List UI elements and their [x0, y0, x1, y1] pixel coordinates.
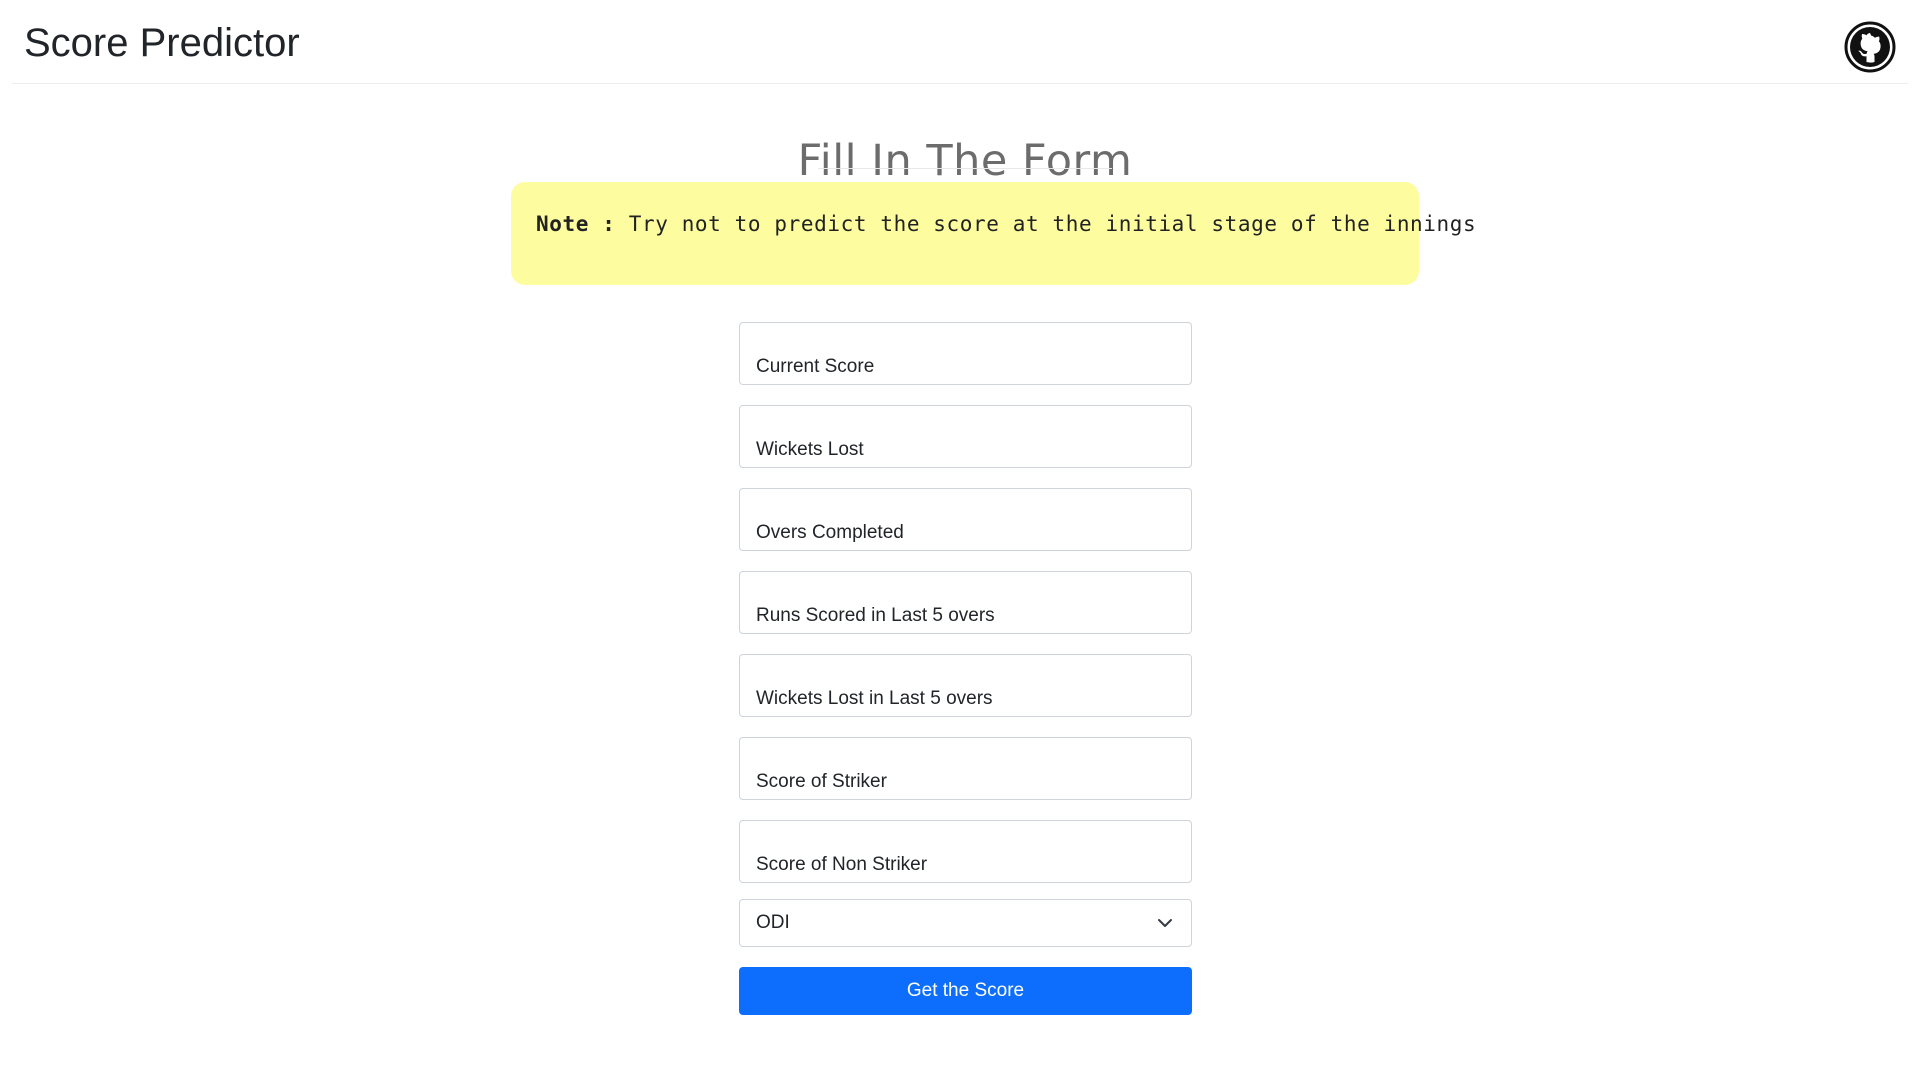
note-text: Note : Try not to predict the score at t… — [536, 210, 1476, 238]
title-underline — [818, 168, 1112, 169]
non-striker-score-field[interactable] — [739, 820, 1192, 883]
brand-title[interactable]: Score Predictor — [24, 18, 300, 68]
note-banner: Note : Try not to predict the score at t… — [511, 182, 1476, 285]
note-message: Try not to predict the score at the init… — [628, 212, 1477, 236]
runs-last-5-overs-field[interactable] — [739, 571, 1192, 634]
prediction-form: ODI Get the Score — [739, 322, 1192, 1015]
get-score-button[interactable]: Get the Score — [739, 967, 1192, 1015]
page-title: Fill In The Form — [797, 135, 1133, 186]
chevron-down-icon — [1157, 915, 1173, 931]
striker-score-input[interactable] — [740, 738, 1191, 799]
wickets-lost-field[interactable] — [739, 405, 1192, 468]
navbar: Score Predictor — [12, 0, 1908, 84]
non-striker-score-input[interactable] — [740, 821, 1191, 882]
overs-completed-input[interactable] — [740, 489, 1191, 550]
wickets-last-5-overs-field[interactable] — [739, 654, 1192, 717]
match-type-value: ODI — [756, 912, 790, 933]
striker-score-field[interactable] — [739, 737, 1192, 800]
wickets-lost-input[interactable] — [740, 406, 1191, 467]
runs-last-5-overs-input[interactable] — [740, 572, 1191, 633]
match-type-select[interactable]: ODI — [739, 899, 1192, 947]
github-icon[interactable] — [1844, 21, 1896, 73]
current-score-field[interactable] — [739, 322, 1192, 385]
wickets-last-5-overs-input[interactable] — [740, 655, 1191, 716]
current-score-input[interactable] — [740, 323, 1191, 384]
overs-completed-field[interactable] — [739, 488, 1192, 551]
note-label: Note : — [536, 212, 616, 236]
